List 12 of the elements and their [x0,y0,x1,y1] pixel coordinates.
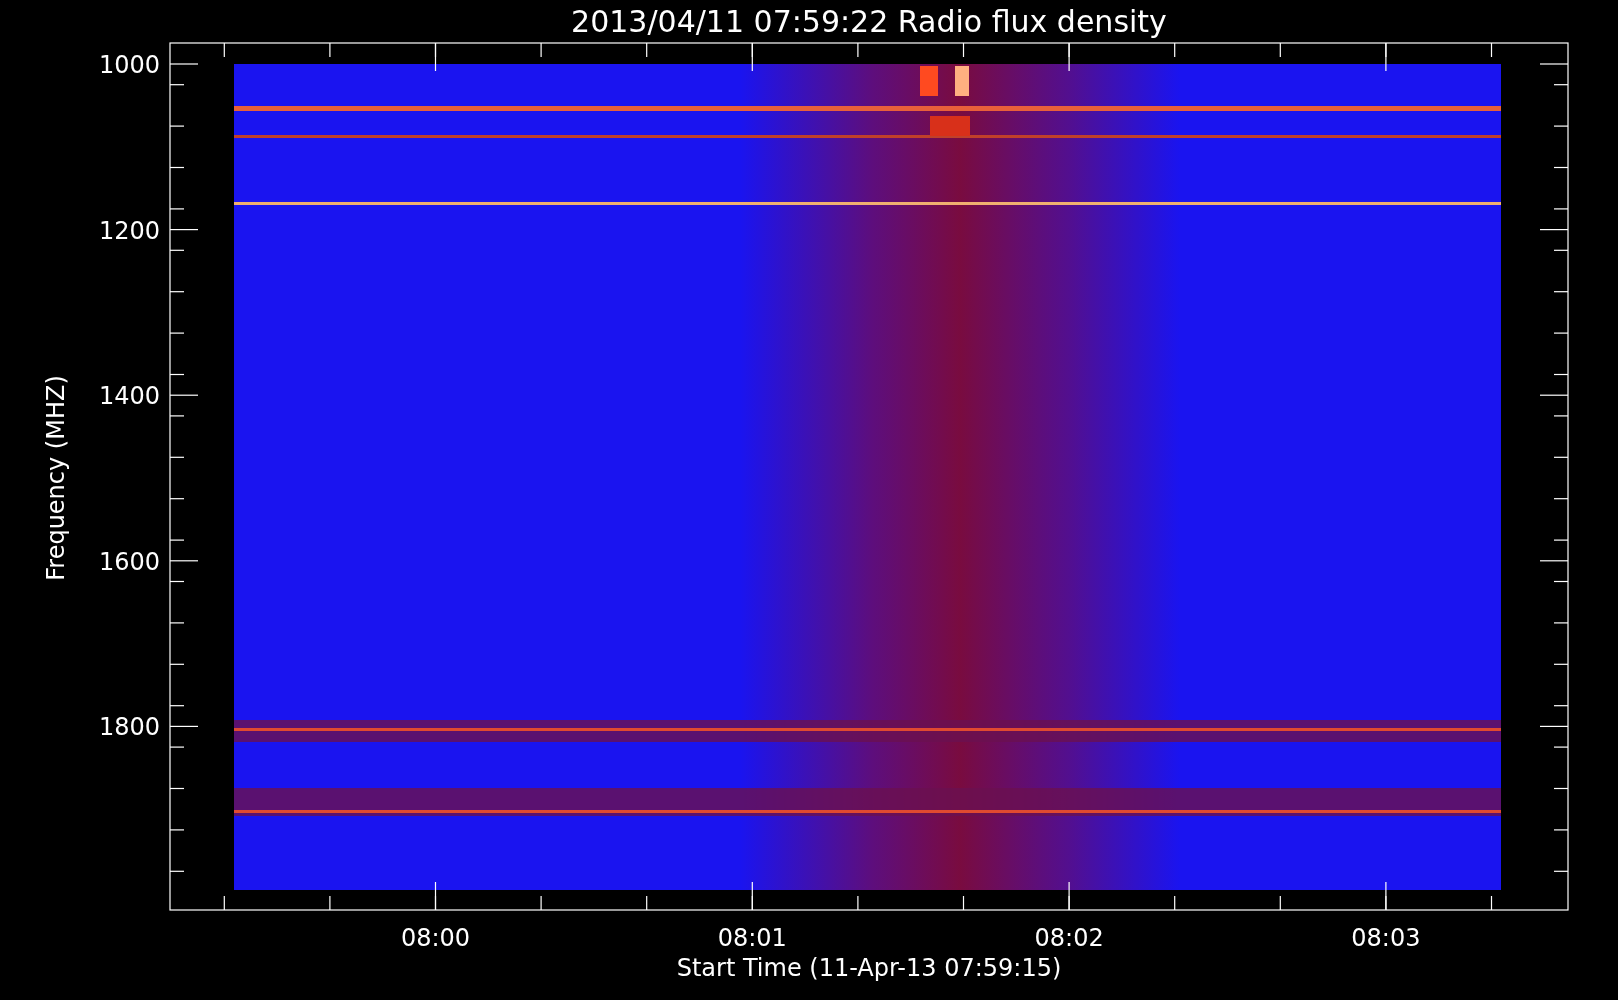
y-tick-label: 1200 [98,216,160,245]
y-tick-label: 1000 [98,51,160,79]
x-tick-label: 08:01 [717,924,787,952]
chart-title: 2013/04/11 07:59:22 Radio flux density [571,4,1167,39]
y-axis-label: Frequency (MHZ) [42,375,70,581]
y-tick-label: 1600 [98,547,160,576]
x-axis-label: Start Time (11-Apr-13 07:59:15) [676,954,1062,982]
x-tick-label: 08:00 [400,924,471,952]
x-tick-label: 08:03 [1351,924,1421,952]
x-tick-label: 08:02 [1034,924,1104,952]
y-tick-label: 1800 [98,713,160,742]
y-tick-label: 1400 [98,382,160,411]
